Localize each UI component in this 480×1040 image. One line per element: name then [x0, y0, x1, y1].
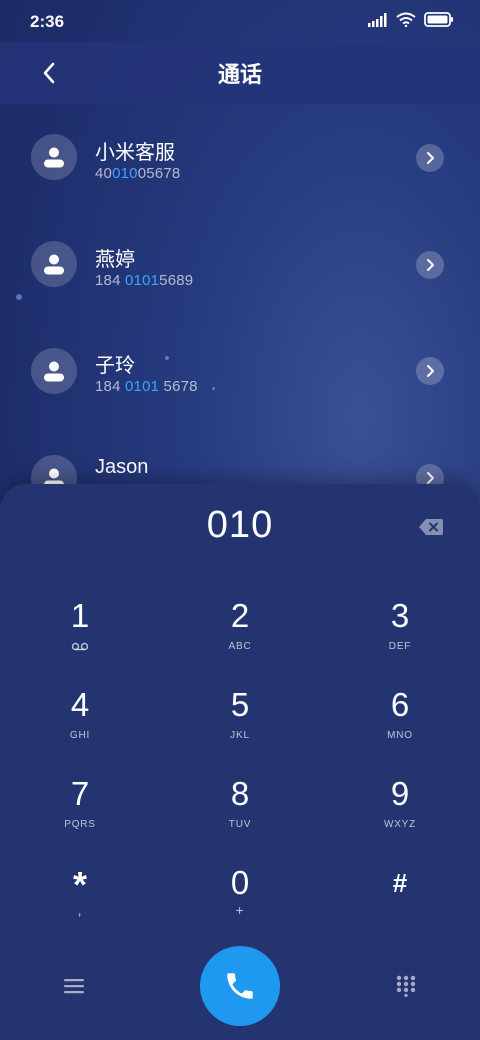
status-bar: 2:36 — [0, 0, 480, 42]
call-button[interactable] — [200, 946, 280, 1026]
chevron-right-icon — [427, 365, 434, 377]
key-6[interactable]: 6 MNO — [340, 686, 460, 766]
contact-name: Jason — [95, 456, 149, 478]
key-4[interactable]: 4 GHI — [20, 686, 140, 766]
contact-detail-button[interactable] — [416, 357, 444, 385]
backspace-icon — [419, 519, 443, 535]
avatar — [31, 241, 77, 287]
key-0[interactable]: 0 + — [180, 864, 300, 944]
header-bar: 通话 — [0, 42, 480, 104]
key-hash[interactable]: # — [340, 864, 460, 944]
wifi-icon — [396, 12, 416, 27]
contact-suggestion-list: 小米客服 4001005678 燕婷 184 01015689 子玲 184 0… — [0, 104, 480, 484]
signal-icon — [368, 12, 387, 27]
key-8[interactable]: 8 TUV — [180, 775, 300, 855]
person-icon — [44, 147, 64, 168]
person-icon — [44, 361, 64, 382]
contact-number: 184 0101 5678 — [95, 378, 198, 395]
contact-number: 184 01015689 — [95, 272, 194, 289]
contact-row[interactable]: Jason — [0, 424, 480, 484]
chevron-right-icon — [427, 259, 434, 271]
key-star[interactable]: * , — [20, 866, 140, 946]
dialed-number-display: 010 — [206, 504, 274, 546]
key-5[interactable]: 5 JKL — [180, 686, 300, 766]
contact-detail-button[interactable] — [416, 464, 444, 484]
contact-detail-button[interactable] — [416, 251, 444, 279]
contact-name: 小米客服 — [95, 142, 175, 164]
menu-icon — [64, 979, 84, 994]
chevron-right-icon — [427, 152, 434, 164]
contact-name: 子玲 — [95, 355, 135, 377]
status-icons — [368, 12, 454, 27]
person-icon — [44, 468, 64, 484]
contact-row[interactable]: 子玲 184 0101 5678 — [0, 317, 480, 423]
key-9[interactable]: 9 WXYZ — [340, 775, 460, 855]
status-time: 2:36 — [30, 12, 65, 31]
avatar — [31, 134, 77, 180]
key-7[interactable]: 7 PQRS — [20, 775, 140, 855]
backspace-button[interactable] — [418, 518, 444, 536]
avatar — [31, 348, 77, 394]
page-title: 通话 — [217, 62, 262, 87]
voicemail-icon — [71, 642, 89, 651]
contact-detail-button[interactable] — [416, 144, 444, 172]
phone-icon — [227, 973, 253, 999]
contact-row[interactable]: 燕婷 184 01015689 — [0, 211, 480, 317]
battery-icon — [424, 12, 453, 27]
keypad-icon — [396, 975, 416, 997]
avatar — [31, 455, 77, 484]
key-2[interactable]: 2 ABC — [180, 597, 300, 677]
contact-row[interactable]: 小米客服 4001005678 — [0, 104, 480, 210]
contact-name: 燕婷 — [95, 249, 135, 271]
key-1[interactable]: 1 — [20, 597, 140, 677]
contact-number: 4001005678 — [95, 165, 181, 182]
menu-button[interactable] — [56, 968, 92, 1004]
dialpad-panel: 010 1 2 ABC 3 DEF 4 GHI 5 JKL 6 MNO 7 PQ… — [0, 484, 480, 1040]
chevron-right-icon — [427, 472, 434, 484]
keypad-toggle-button[interactable] — [388, 968, 424, 1004]
person-icon — [44, 254, 64, 275]
key-3[interactable]: 3 DEF — [340, 597, 460, 677]
